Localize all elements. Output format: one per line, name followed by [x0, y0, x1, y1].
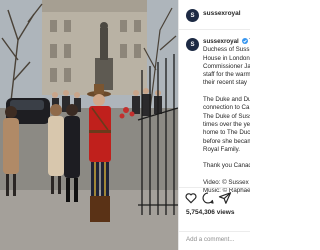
post-caption: sussexroyal T Duchess of Suss House in L… [203, 38, 250, 196]
caption-line: House in London [203, 54, 250, 62]
caption-line: staff for the warm [203, 71, 250, 79]
caption-line: their recent stay [203, 79, 248, 87]
heart-icon[interactable] [184, 191, 198, 205]
caption-line: The Duke and Du [203, 96, 250, 104]
caption-line: Thank you Canad [203, 162, 250, 170]
account-username[interactable]: sussexroyal [203, 10, 241, 17]
comment-input[interactable]: Add a comment... [186, 236, 235, 243]
caption-line: The Duke of Suss [203, 112, 250, 120]
divider [179, 231, 250, 232]
caption-avatar-initial: S [190, 41, 195, 48]
caption-username[interactable]: sussexroyal [203, 38, 239, 45]
view-count: 5,754,306 views [186, 209, 235, 216]
caption-line: connection to Ca [203, 104, 250, 112]
caption-line: home to The Duc [203, 129, 250, 137]
comment-icon[interactable] [201, 191, 215, 205]
avatar-initial: S [190, 12, 195, 19]
caption-line: Royal Family. [203, 145, 241, 153]
caption-line: Duchess of Suss [203, 46, 250, 54]
account-avatar[interactable]: S [186, 9, 199, 22]
caption-line: Commissioner Ja [203, 62, 250, 70]
video-player[interactable] [0, 0, 178, 250]
share-icon[interactable] [218, 191, 232, 205]
post-sidebar: S sussexroyal S sussexroyal T Duchess of… [178, 0, 250, 250]
caption-line: before she becam [203, 137, 250, 145]
post-header: S sussexroyal [179, 0, 250, 30]
instagram-post-window: S sussexroyal S sussexroyal T Duchess of… [0, 0, 250, 250]
caption-avatar[interactable]: S [186, 38, 199, 51]
video-frame [0, 0, 178, 250]
caption-line: times over the ye [203, 120, 250, 128]
verified-badge-icon [241, 38, 248, 45]
divider [179, 187, 250, 188]
